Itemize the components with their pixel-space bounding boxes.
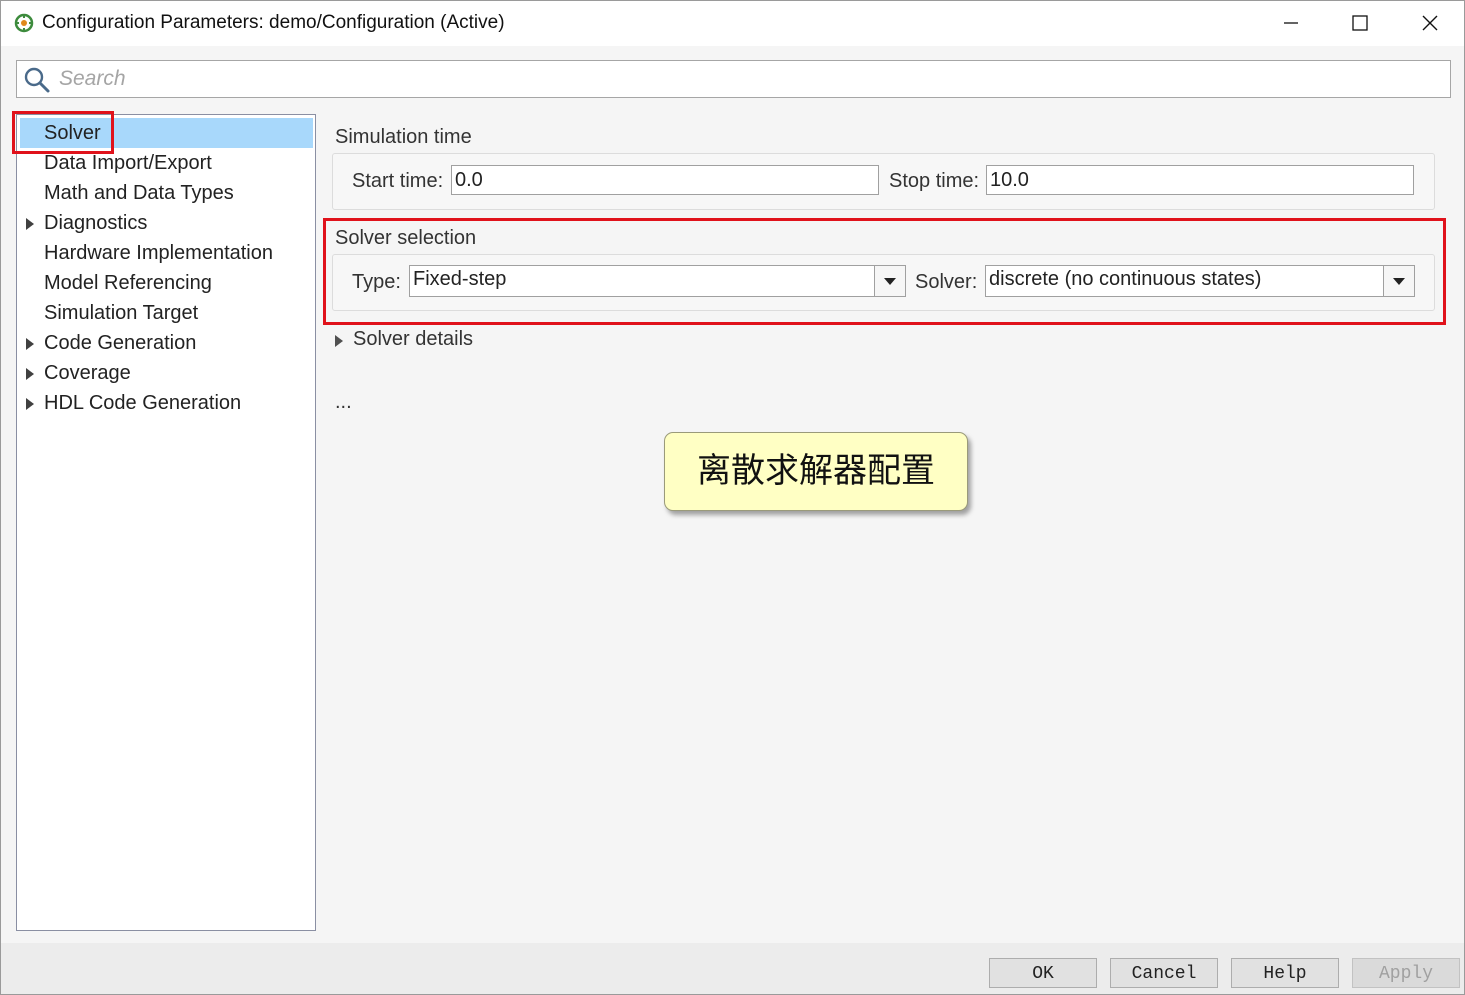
start-time-label: Start time:	[352, 170, 444, 192]
sidebar-item-code-generation[interactable]: Code Generation	[17, 328, 315, 358]
sidebar-item-label: Simulation Target	[44, 302, 199, 324]
solver-details-label: Solver details	[353, 328, 474, 350]
sidebar-item-label: Coverage	[44, 362, 131, 384]
sidebar-item-hardware-implementation[interactable]: Hardware Implementation	[17, 238, 315, 268]
start-time-field[interactable]: 0.0	[451, 165, 879, 195]
sidebar-item-model-referencing[interactable]: Model Referencing	[17, 268, 315, 298]
solver-selection-highlight-box	[323, 218, 1446, 325]
sidebar-item-label: Diagnostics	[44, 212, 148, 234]
expand-arrow-icon[interactable]	[26, 338, 34, 350]
sidebar-item-coverage[interactable]: Coverage	[17, 358, 315, 388]
expand-arrow-icon[interactable]	[26, 398, 34, 410]
expand-arrow-icon[interactable]	[335, 335, 343, 347]
apply-button[interactable]: Apply	[1352, 958, 1460, 988]
annotation-callout: 离散求解器配置	[664, 432, 968, 511]
expand-arrow-icon[interactable]	[26, 218, 34, 230]
maximize-icon[interactable]	[1345, 9, 1375, 37]
sidebar-item-label: Code Generation	[44, 332, 197, 354]
config-dialog: Configuration Parameters: demo/Configura…	[0, 0, 1465, 995]
search-bar	[16, 60, 1451, 98]
ok-button[interactable]: OK	[989, 958, 1097, 988]
title-bar: Configuration Parameters: demo/Configura…	[1, 1, 1464, 46]
sidebar-item-label: Model Referencing	[44, 272, 212, 294]
close-icon[interactable]	[1415, 9, 1445, 37]
cancel-button[interactable]: Cancel	[1110, 958, 1218, 988]
solver-item-highlight-box	[12, 111, 114, 154]
sidebar-item-simulation-target[interactable]: Simulation Target	[17, 298, 315, 328]
minimize-icon[interactable]	[1277, 9, 1307, 37]
window-title: Configuration Parameters: demo/Configura…	[42, 12, 505, 33]
sidebar-item-math-and-data-types[interactable]: Math and Data Types	[17, 178, 315, 208]
search-icon	[23, 66, 51, 94]
search-input[interactable]	[57, 63, 1441, 95]
help-button[interactable]: Help	[1231, 958, 1339, 988]
sidebar-item-label: Math and Data Types	[44, 182, 234, 204]
more-settings-ellipsis[interactable]: ...	[335, 391, 352, 414]
sidebar-item-hdl-code-generation[interactable]: HDL Code Generation	[17, 388, 315, 418]
simulation-time-title: Simulation time	[335, 126, 472, 148]
category-tree: Solver Data Import/Export Math and Data …	[16, 114, 316, 931]
sidebar-item-label: HDL Code Generation	[44, 392, 242, 414]
simulink-app-icon	[14, 13, 34, 33]
sidebar-item-label: Hardware Implementation	[44, 242, 273, 264]
stop-time-field[interactable]: 10.0	[986, 165, 1414, 195]
expand-arrow-icon[interactable]	[26, 368, 34, 380]
stop-time-label: Stop time:	[889, 170, 980, 192]
sidebar-item-diagnostics[interactable]: Diagnostics	[17, 208, 315, 238]
